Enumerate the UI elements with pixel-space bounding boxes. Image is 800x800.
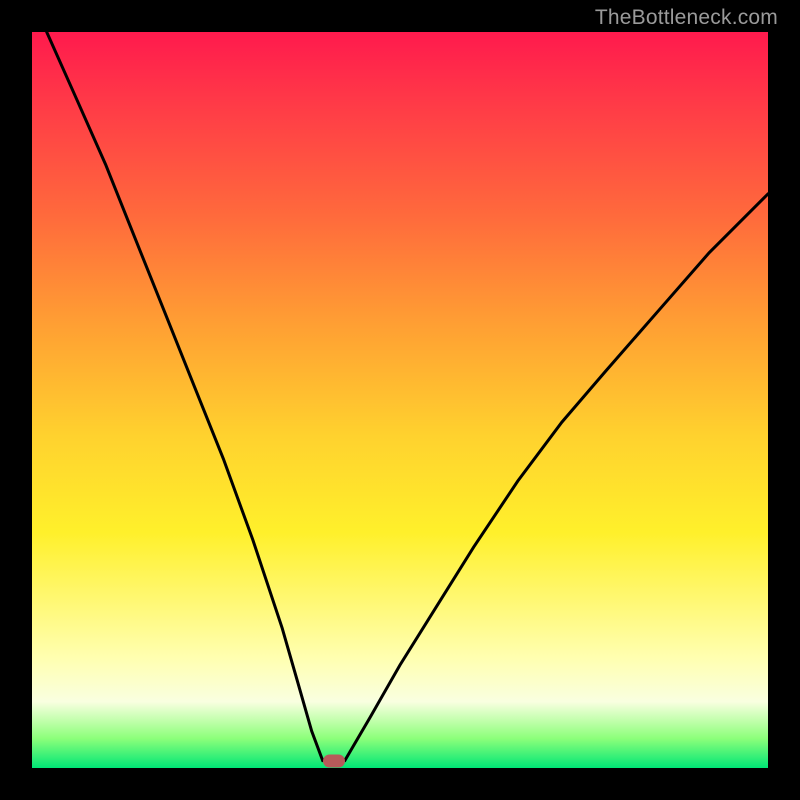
optimal-marker [323,754,345,767]
outer-frame: TheBottleneck.com [0,0,800,800]
plot-area [32,32,768,768]
bottleneck-curve [32,32,768,768]
watermark-text: TheBottleneck.com [595,6,778,30]
